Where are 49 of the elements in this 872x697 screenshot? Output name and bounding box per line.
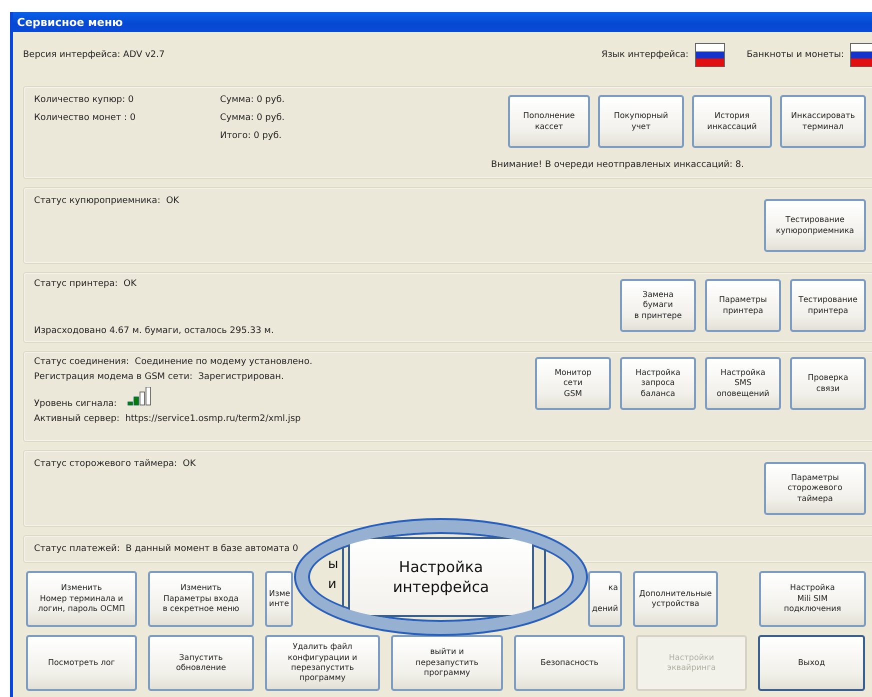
window-title: Сервисное меню xyxy=(13,12,872,32)
flag-icon xyxy=(850,43,872,67)
registration-text: Регистрация модема в GSM сети: Зарегистрирован. xyxy=(34,372,285,382)
count-label: Количество монет : 0 xyxy=(34,113,137,123)
magnified-text: ы xyxy=(328,558,338,571)
status-text: Статус принтера: OK xyxy=(34,279,138,289)
panel-button[interactable]: Покупюрный учет xyxy=(598,95,684,148)
panel-button[interactable]: Замена бумаги в принтере xyxy=(620,279,696,332)
menu-button[interactable]: Настройка Mili SIM подключения xyxy=(759,571,866,627)
count-label: Количество купюр: 0 xyxy=(34,95,135,105)
flag-icon xyxy=(694,43,725,67)
panel-button[interactable]: Инкассировать терминал xyxy=(780,95,866,148)
sum-label: Сумма: 0 руб. xyxy=(220,113,285,123)
menu-button[interactable]: Изме инте xyxy=(265,571,293,627)
menu-button[interactable]: Безопасность xyxy=(514,635,625,691)
server-text: Активный сервер: https://service1.osmp.ru/term2/xml.jsp xyxy=(34,414,302,424)
panel-button[interactable]: Настройка SMS оповещений xyxy=(705,357,781,410)
status-text: Статус купюроприемника: OK xyxy=(34,196,180,206)
menu-button[interactable]: Изменить Номер терминала и логин, пароль ОСМП xyxy=(26,571,137,627)
menu-button[interactable]: ка дений xyxy=(588,571,622,627)
menu-button[interactable]: Удалить файл конфигурации и перезапустить программу xyxy=(265,635,380,691)
panel-button[interactable]: Проверка связи xyxy=(790,357,866,410)
panel-button[interactable]: Параметры сторожевого таймера xyxy=(764,462,866,515)
menu-button[interactable]: Дополнительные устройства xyxy=(633,571,718,627)
magnified-button[interactable]: Настройка интерфейса xyxy=(348,537,534,617)
panel-button[interactable]: История инкассаций xyxy=(692,95,772,148)
panel-button[interactable]: Пополнение кассет xyxy=(508,95,590,148)
panel-button[interactable]: Тестирование купюроприемника xyxy=(764,199,866,252)
menu-button[interactable]: Запустить обновление xyxy=(148,635,254,691)
status-text: Статус соединения: Соединение по модему установлено. xyxy=(34,357,314,367)
signal-label: Уровень сигнала: xyxy=(34,399,117,409)
version-text: Версия интерфейса: ADV v2.7 xyxy=(23,50,165,60)
menu-button[interactable]: Выход xyxy=(758,635,865,691)
panel-button[interactable]: Тестирование принтера xyxy=(790,279,866,332)
panel-button[interactable]: Настройка запроса баланса xyxy=(620,357,696,410)
magnified-text: и xyxy=(328,578,336,591)
status-text: Статус сторожевого таймера: OK xyxy=(34,459,197,469)
language-label: Язык интерфейса: xyxy=(601,50,689,60)
panel-button[interactable]: Параметры принтера xyxy=(705,279,781,332)
menu-button[interactable]: Посмотреть лог xyxy=(26,635,137,691)
payments-text: Статус платежей: В данный момент в базе автомата 0 xyxy=(34,544,298,554)
sum-label: Итого: 0 руб. xyxy=(220,131,283,141)
menu-button[interactable]: Изменить Параметры входа в секретное меню xyxy=(148,571,254,627)
sum-label: Сумма: 0 руб. xyxy=(220,95,285,105)
notice-text: Внимание! В очереди неотправленых инкассаций: 8. xyxy=(491,160,744,170)
panel-button[interactable]: Монитор сети GSM xyxy=(535,357,611,410)
currency-label: Банкноты и монеты: xyxy=(746,50,844,60)
usage-text: Израсходовано 4.67 м. бумаги, осталось 295.33 м. xyxy=(34,326,275,336)
menu-button[interactable]: выйти и перезапустить программу xyxy=(391,635,503,691)
